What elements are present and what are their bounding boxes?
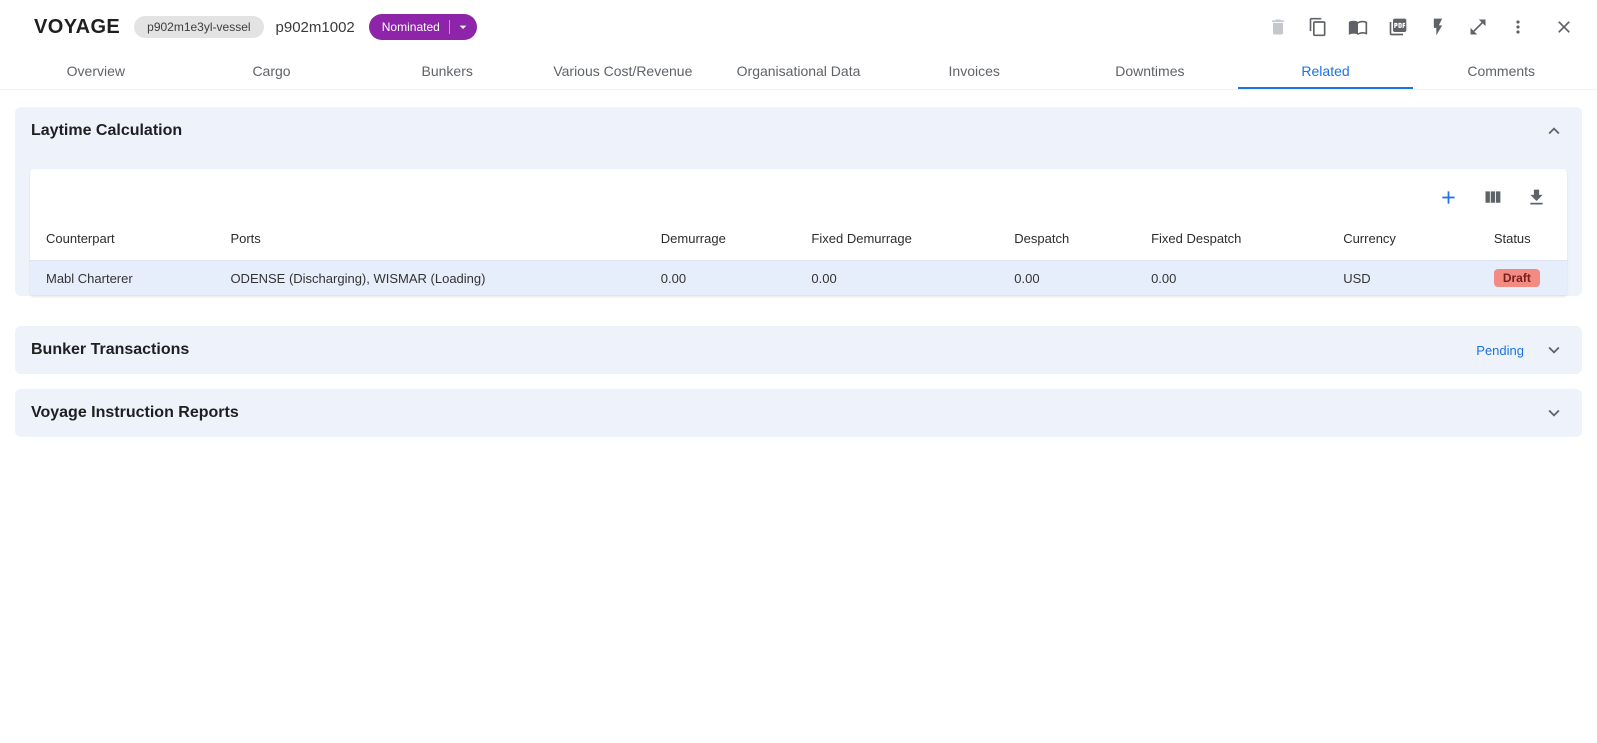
tab-comments[interactable]: Comments xyxy=(1413,54,1589,89)
logbook-icon[interactable] xyxy=(1345,14,1371,40)
laytime-header-row: Counterpart Ports Demurrage Fixed Demurr… xyxy=(30,225,1567,261)
more-options-icon[interactable] xyxy=(1505,14,1531,40)
window-header: VOYAGE p902m1e3yl-vessel p902m1002 Nomin… xyxy=(0,0,1597,54)
tab-cargo[interactable]: Cargo xyxy=(184,54,360,89)
dropdown-caret-icon xyxy=(455,19,471,35)
bunker-transactions-section: Bunker Transactions Pending xyxy=(15,326,1582,374)
cell-currency: USD xyxy=(1327,261,1478,296)
column-header-status[interactable]: Status xyxy=(1478,225,1567,261)
pdf-export-icon[interactable] xyxy=(1385,14,1411,40)
cell-fixed-despatch: 0.00 xyxy=(1135,261,1327,296)
main-content: Laytime Calculation xyxy=(0,90,1597,437)
cell-status: Draft xyxy=(1478,261,1567,296)
copy-icon[interactable] xyxy=(1305,14,1331,40)
column-header-counterpart[interactable]: Counterpart xyxy=(30,225,214,261)
laytime-table: Counterpart Ports Demurrage Fixed Demurr… xyxy=(30,225,1567,296)
voyage-status-label: Nominated xyxy=(382,20,440,34)
bunker-section-title: Bunker Transactions xyxy=(31,341,189,359)
column-header-fixed-despatch[interactable]: Fixed Despatch xyxy=(1135,225,1327,261)
tab-invoices[interactable]: Invoices xyxy=(886,54,1062,89)
header-toolbar xyxy=(1265,14,1577,40)
cell-ports: ODENSE (Discharging), WISMAR (Loading) xyxy=(214,261,644,296)
tab-organisational-data[interactable]: Organisational Data xyxy=(711,54,887,89)
laytime-table-row[interactable]: Mabl Charterer ODENSE (Discharging), WIS… xyxy=(30,261,1567,296)
download-icon[interactable] xyxy=(1523,184,1549,210)
column-header-fixed-demurrage[interactable]: Fixed Demurrage xyxy=(795,225,998,261)
vessel-chip: p902m1e3yl-vessel xyxy=(134,16,263,38)
cell-counterpart: Mabl Charterer xyxy=(30,261,214,296)
tab-bar: Overview Cargo Bunkers Various Cost/Reve… xyxy=(0,54,1597,90)
expand-section-icon[interactable] xyxy=(1542,401,1566,425)
page-title: VOYAGE xyxy=(34,16,120,39)
cell-despatch: 0.00 xyxy=(998,261,1135,296)
laytime-table-toolbar xyxy=(30,169,1567,225)
status-badge: Draft xyxy=(1494,269,1540,287)
tab-downtimes[interactable]: Downtimes xyxy=(1062,54,1238,89)
tab-related[interactable]: Related xyxy=(1238,54,1414,89)
badge-divider xyxy=(449,20,450,34)
voyage-window: VOYAGE p902m1e3yl-vessel p902m1002 Nomin… xyxy=(0,0,1597,437)
tab-various-cost-revenue[interactable]: Various Cost/Revenue xyxy=(535,54,711,89)
column-header-currency[interactable]: Currency xyxy=(1327,225,1478,261)
voyage-instruction-reports-section: Voyage Instruction Reports xyxy=(15,389,1582,437)
laytime-section-header: Laytime Calculation xyxy=(15,107,1582,155)
laytime-section-title: Laytime Calculation xyxy=(31,122,182,140)
vir-section-title: Voyage Instruction Reports xyxy=(31,404,239,422)
pending-status-text: Pending xyxy=(1476,343,1524,358)
cell-fixed-demurrage: 0.00 xyxy=(795,261,998,296)
close-icon[interactable] xyxy=(1551,14,1577,40)
laytime-table-card: Counterpart Ports Demurrage Fixed Demurr… xyxy=(30,169,1567,296)
collapse-section-icon[interactable] xyxy=(1542,119,1566,143)
vir-section-header[interactable]: Voyage Instruction Reports xyxy=(15,389,1582,437)
delete-icon xyxy=(1265,14,1291,40)
column-header-demurrage[interactable]: Demurrage xyxy=(645,225,796,261)
column-header-ports[interactable]: Ports xyxy=(214,225,644,261)
expand-fullscreen-icon[interactable] xyxy=(1465,14,1491,40)
column-settings-icon[interactable] xyxy=(1479,184,1505,210)
cell-demurrage: 0.00 xyxy=(645,261,796,296)
bunker-section-header[interactable]: Bunker Transactions Pending xyxy=(15,326,1582,374)
voyage-number: p902m1002 xyxy=(276,19,355,36)
laytime-calculation-section: Laytime Calculation xyxy=(15,107,1582,296)
tab-overview[interactable]: Overview xyxy=(8,54,184,89)
column-header-despatch[interactable]: Despatch xyxy=(998,225,1135,261)
tab-bunkers[interactable]: Bunkers xyxy=(359,54,535,89)
expand-section-icon[interactable] xyxy=(1542,338,1566,362)
voyage-status-dropdown[interactable]: Nominated xyxy=(369,14,477,40)
bunker-header-right: Pending xyxy=(1476,338,1566,362)
add-laytime-icon[interactable] xyxy=(1435,184,1461,210)
flash-actions-icon[interactable] xyxy=(1425,14,1451,40)
